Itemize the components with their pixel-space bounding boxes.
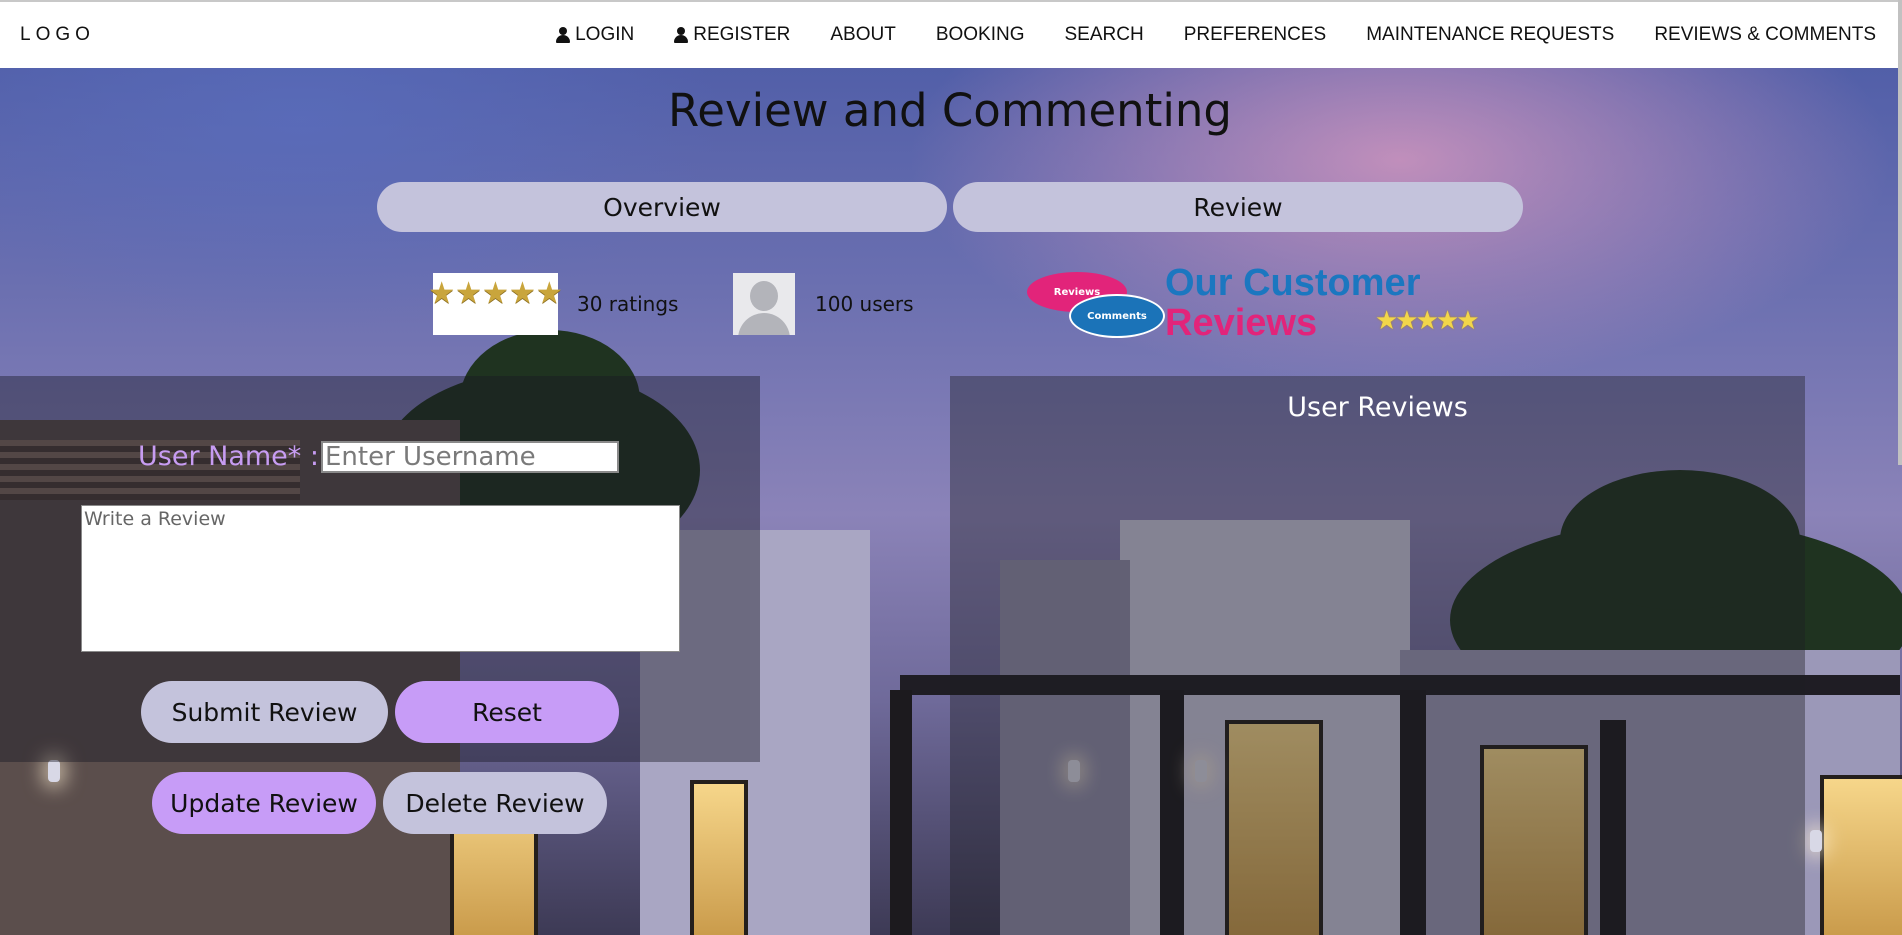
logo-line-1: Our Customer — [1165, 262, 1421, 304]
nav-booking[interactable]: BOOKING — [936, 24, 1025, 46]
nav-register[interactable]: REGISTER — [674, 24, 790, 46]
star-rating-icon: ★★★★★ — [428, 276, 563, 311]
top-navbar: LOGO LOGIN REGISTER ABOUT BOOKING SEARCH… — [0, 0, 1898, 68]
delete-review-button[interactable]: Delete Review — [383, 772, 607, 834]
tab-review[interactable]: Review — [953, 182, 1523, 232]
page-title: Review and Commenting — [668, 84, 1232, 137]
logo-line-2: Reviews — [1165, 302, 1318, 344]
user-icon — [674, 27, 689, 43]
nav-login[interactable]: LOGIN — [556, 24, 634, 46]
nav-search[interactable]: SEARCH — [1065, 24, 1144, 46]
username-input[interactable] — [321, 441, 619, 473]
users-count: 100 users — [815, 292, 914, 316]
submit-review-button[interactable]: Submit Review — [141, 681, 388, 743]
user-reviews-panel — [950, 376, 1805, 935]
nav-login-label: LOGIN — [575, 24, 635, 45]
ratings-count: 30 ratings — [577, 292, 679, 316]
update-review-button[interactable]: Update Review — [152, 772, 376, 834]
nav-preferences[interactable]: PREFERENCES — [1184, 24, 1327, 46]
reset-button[interactable]: Reset — [395, 681, 619, 743]
logo-stars-icon: ★★★★★ — [1375, 306, 1480, 336]
nav-reviews-comments[interactable]: REVIEWS & COMMENTS — [1654, 24, 1876, 46]
site-logo[interactable]: LOGO — [20, 24, 95, 46]
nav-maintenance-requests[interactable]: MAINTENANCE REQUESTS — [1366, 24, 1614, 46]
page-scrollbar[interactable] — [1898, 0, 1902, 465]
rating-stars-image: ★★★★★ — [428, 273, 563, 335]
review-textarea[interactable] — [81, 505, 680, 652]
user-icon — [556, 27, 571, 43]
nav-register-label: REGISTER — [693, 24, 791, 45]
nav-about[interactable]: ABOUT — [830, 24, 895, 46]
avatar — [733, 273, 795, 335]
customer-reviews-logo: Reviews Comments Our Customer Reviews ★★… — [1025, 262, 1510, 344]
username-label: User Name* : — [138, 441, 319, 472]
comments-bubble-icon: Comments — [1069, 294, 1165, 338]
user-reviews-title: User Reviews — [1287, 392, 1468, 423]
nav-menu: LOGIN REGISTER ABOUT BOOKING SEARCH PREF… — [556, 24, 1876, 46]
tab-overview[interactable]: Overview — [377, 182, 947, 232]
